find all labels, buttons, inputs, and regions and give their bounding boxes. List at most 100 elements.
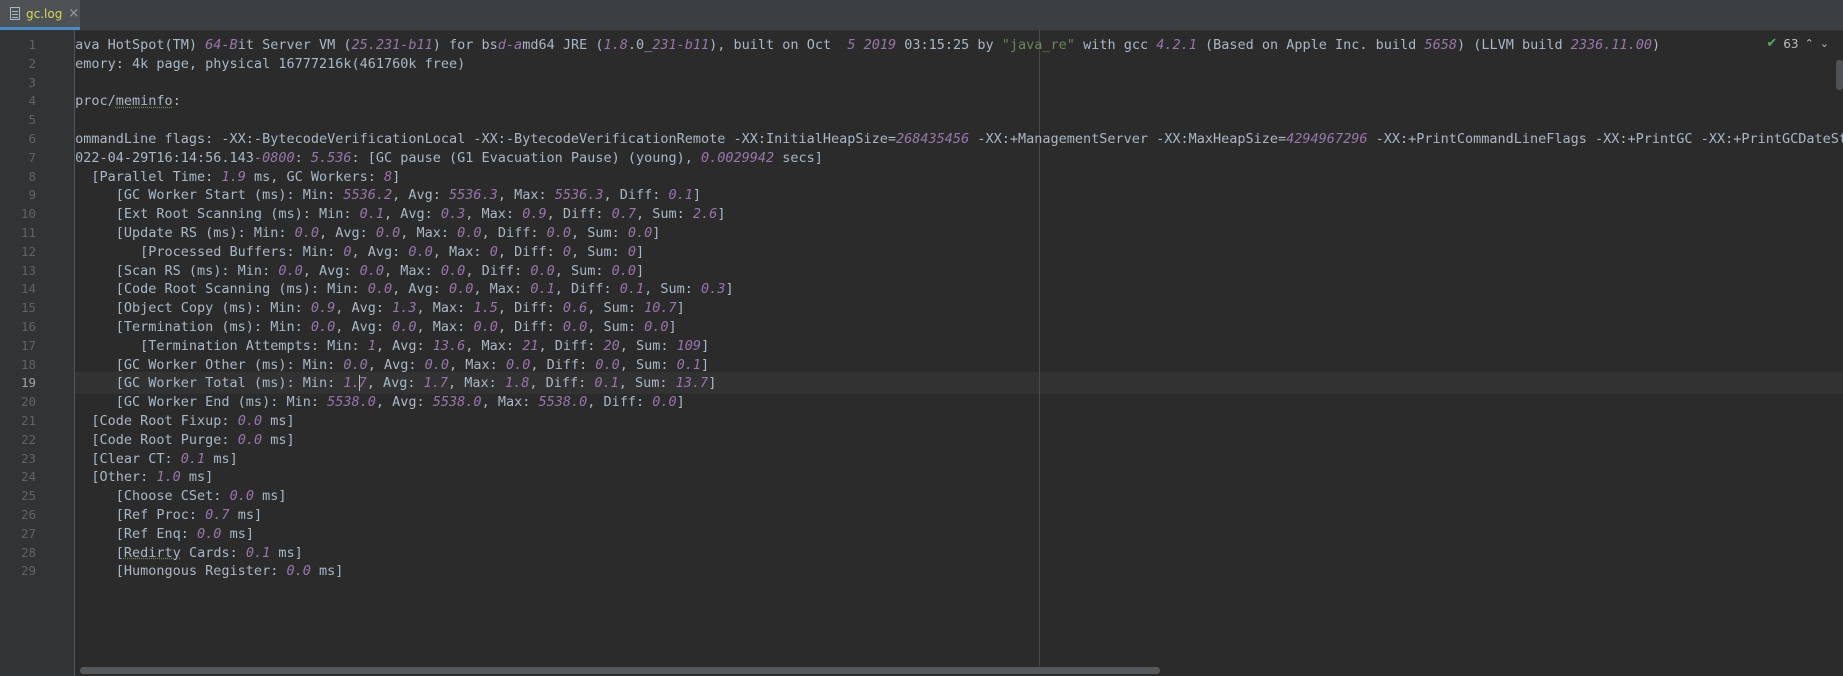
number-token: 25.231-b11 bbox=[351, 37, 433, 53]
text-token: Java HotSpot(TM) bbox=[75, 37, 206, 53]
line-number[interactable]: 29 bbox=[0, 560, 36, 582]
text-token: , Sum: bbox=[587, 300, 645, 317]
text-token: , Avg: bbox=[318, 225, 376, 241]
number-token: 0.1 bbox=[245, 544, 271, 561]
text-token: CommandLine flags: -XX:-BytecodeVerifica… bbox=[75, 131, 897, 147]
text-token: 2022-04-29T16:14:56.143 bbox=[75, 149, 254, 166]
close-icon[interactable]: × bbox=[68, 6, 79, 21]
number-token: 0 bbox=[562, 243, 571, 260]
number-token: 1.8 bbox=[603, 37, 628, 53]
text-token: ] bbox=[676, 394, 685, 411]
text-token: , Diff: bbox=[554, 281, 620, 298]
text-token: : [GC pause (G1 Evacuation Pause) (young… bbox=[351, 149, 701, 166]
text-token: ] bbox=[717, 206, 726, 223]
text-token: ] bbox=[636, 243, 645, 260]
text-token: , Diff: bbox=[530, 356, 596, 373]
number-token: 0.0 bbox=[562, 319, 588, 335]
inspection-widget[interactable]: ✔ 63 ⌃ ⌄ bbox=[1766, 36, 1829, 51]
number-token: 0.0 bbox=[359, 262, 385, 279]
number-token: 5538.0 bbox=[327, 394, 376, 411]
number-token: 0.0 bbox=[237, 431, 263, 448]
number-token: 0.0 bbox=[286, 563, 311, 580]
code-editor[interactable]: Java HotSpot(TM) 64-Bit Server VM (25.23… bbox=[75, 30, 1843, 676]
number-token: 64-B bbox=[205, 37, 238, 53]
number-token: 10.7 bbox=[644, 300, 677, 317]
number-token: 0.0 bbox=[367, 281, 393, 298]
number-token: 0 bbox=[489, 243, 498, 260]
text-token: , Avg: bbox=[375, 337, 433, 354]
text-token: [Code Root Fixup: bbox=[75, 413, 238, 429]
number-token: 5.536 bbox=[310, 149, 352, 166]
horizontal-scrollbar[interactable] bbox=[80, 667, 1160, 674]
text-token: ] bbox=[692, 187, 702, 204]
line-number-gutter[interactable]: 1 2 3 4 5 6 7 8 9 10 11 12 13 14 15 16 17 18 19 20 21 22 23 24 2… bbox=[0, 30, 75, 676]
number-token: 0.1 bbox=[359, 206, 384, 223]
chevron-up-icon[interactable]: ⌃ bbox=[1805, 37, 1814, 50]
text-token: ms] bbox=[221, 525, 254, 542]
text-token: [Object Copy (ms): Min: bbox=[75, 300, 311, 317]
text-token: , Max: bbox=[449, 356, 506, 373]
number-token: 2.6 bbox=[692, 206, 718, 223]
number-token: d-a bbox=[497, 37, 523, 53]
number-token: 0.0 bbox=[197, 525, 222, 542]
text-token: , Sum: bbox=[619, 356, 677, 373]
code-line[interactable]: [Humongous Register: 0.0 ms] bbox=[75, 560, 344, 582]
number-token: 231-b11 bbox=[652, 37, 710, 53]
number-token: 5658 bbox=[1424, 37, 1457, 53]
code-line[interactable]: Memory: 4k page, physical 16777216k(4617… bbox=[75, 53, 465, 75]
spellcheck-token: meminfo bbox=[115, 93, 173, 110]
text-token: , Sum: bbox=[571, 243, 628, 260]
text-token: , Sum: bbox=[587, 319, 645, 335]
text-token: , Max: bbox=[416, 300, 474, 317]
text-token: [Ext Root Scanning (ms): Min: bbox=[75, 206, 360, 223]
text-token: ms] bbox=[270, 544, 303, 561]
number-token: 0.3 bbox=[440, 206, 466, 223]
text-token: , Avg: bbox=[366, 375, 424, 392]
text-token: [Choose CSet: bbox=[75, 488, 230, 505]
text-token: [Ref Enq: bbox=[75, 525, 198, 542]
number-token: 13.7 bbox=[675, 375, 709, 392]
text-token: ms, GC Workers: bbox=[245, 168, 384, 185]
text-token: , Avg: bbox=[392, 281, 450, 298]
tab-gc-log[interactable]: gc.log × bbox=[0, 0, 80, 30]
number-token: 1.5 bbox=[473, 300, 498, 317]
text-token: ] bbox=[668, 319, 677, 335]
spellcheck-token: Redirty bbox=[123, 544, 181, 561]
number-token: 0.0 bbox=[310, 319, 336, 335]
number-token: 0.1 bbox=[530, 281, 555, 298]
text-token: , Avg: bbox=[335, 319, 393, 335]
number-token: 0.1 bbox=[668, 187, 693, 204]
text-token: , Diff: bbox=[497, 319, 563, 335]
text-token: ms] bbox=[180, 469, 214, 486]
number-token: 0.0029942 bbox=[700, 149, 775, 166]
number-token: 0.0 bbox=[237, 413, 263, 429]
text-token: , Sum: bbox=[570, 225, 628, 241]
right-margin-guide bbox=[1039, 30, 1040, 676]
text-token: ms] bbox=[229, 507, 263, 523]
text-token: [GC Worker Other (ms): Min: bbox=[75, 356, 344, 373]
text-token: [Clear CT: bbox=[75, 450, 181, 467]
code-line[interactable]: /proc/meminfo: bbox=[75, 90, 181, 112]
text-token: , Max: bbox=[481, 394, 539, 411]
text-token: , Sum: bbox=[554, 262, 612, 279]
chevron-down-icon[interactable]: ⌄ bbox=[1820, 37, 1829, 50]
number-token: 1.3 bbox=[392, 300, 417, 317]
number-token: 21 bbox=[522, 337, 539, 354]
text-token: -XX:+ManagementServer -XX:MaxHeapSize= bbox=[969, 131, 1287, 147]
number-token: 4.2.1 bbox=[1156, 37, 1197, 53]
text-token: [Parallel Time: bbox=[75, 168, 222, 185]
number-token: 0.0 bbox=[546, 225, 571, 241]
number-token: 0.0 bbox=[595, 356, 620, 373]
text-token: , Avg: bbox=[392, 187, 450, 204]
text-token: [Code Root Purge: bbox=[75, 431, 238, 448]
text-token: , Sum: bbox=[619, 337, 677, 354]
text-token: ) (LLVM build bbox=[1456, 37, 1571, 53]
number-token: 0.0 bbox=[229, 488, 254, 505]
vertical-scrollbar[interactable] bbox=[1836, 60, 1843, 90]
text-token: .0_ bbox=[627, 37, 653, 53]
number-token: 0.0 bbox=[424, 356, 450, 373]
number-token: 0.1 bbox=[180, 450, 206, 467]
number-token: 1 bbox=[367, 337, 376, 354]
text-token: , Avg: bbox=[375, 394, 433, 411]
number-token: 1.8 bbox=[504, 375, 530, 392]
